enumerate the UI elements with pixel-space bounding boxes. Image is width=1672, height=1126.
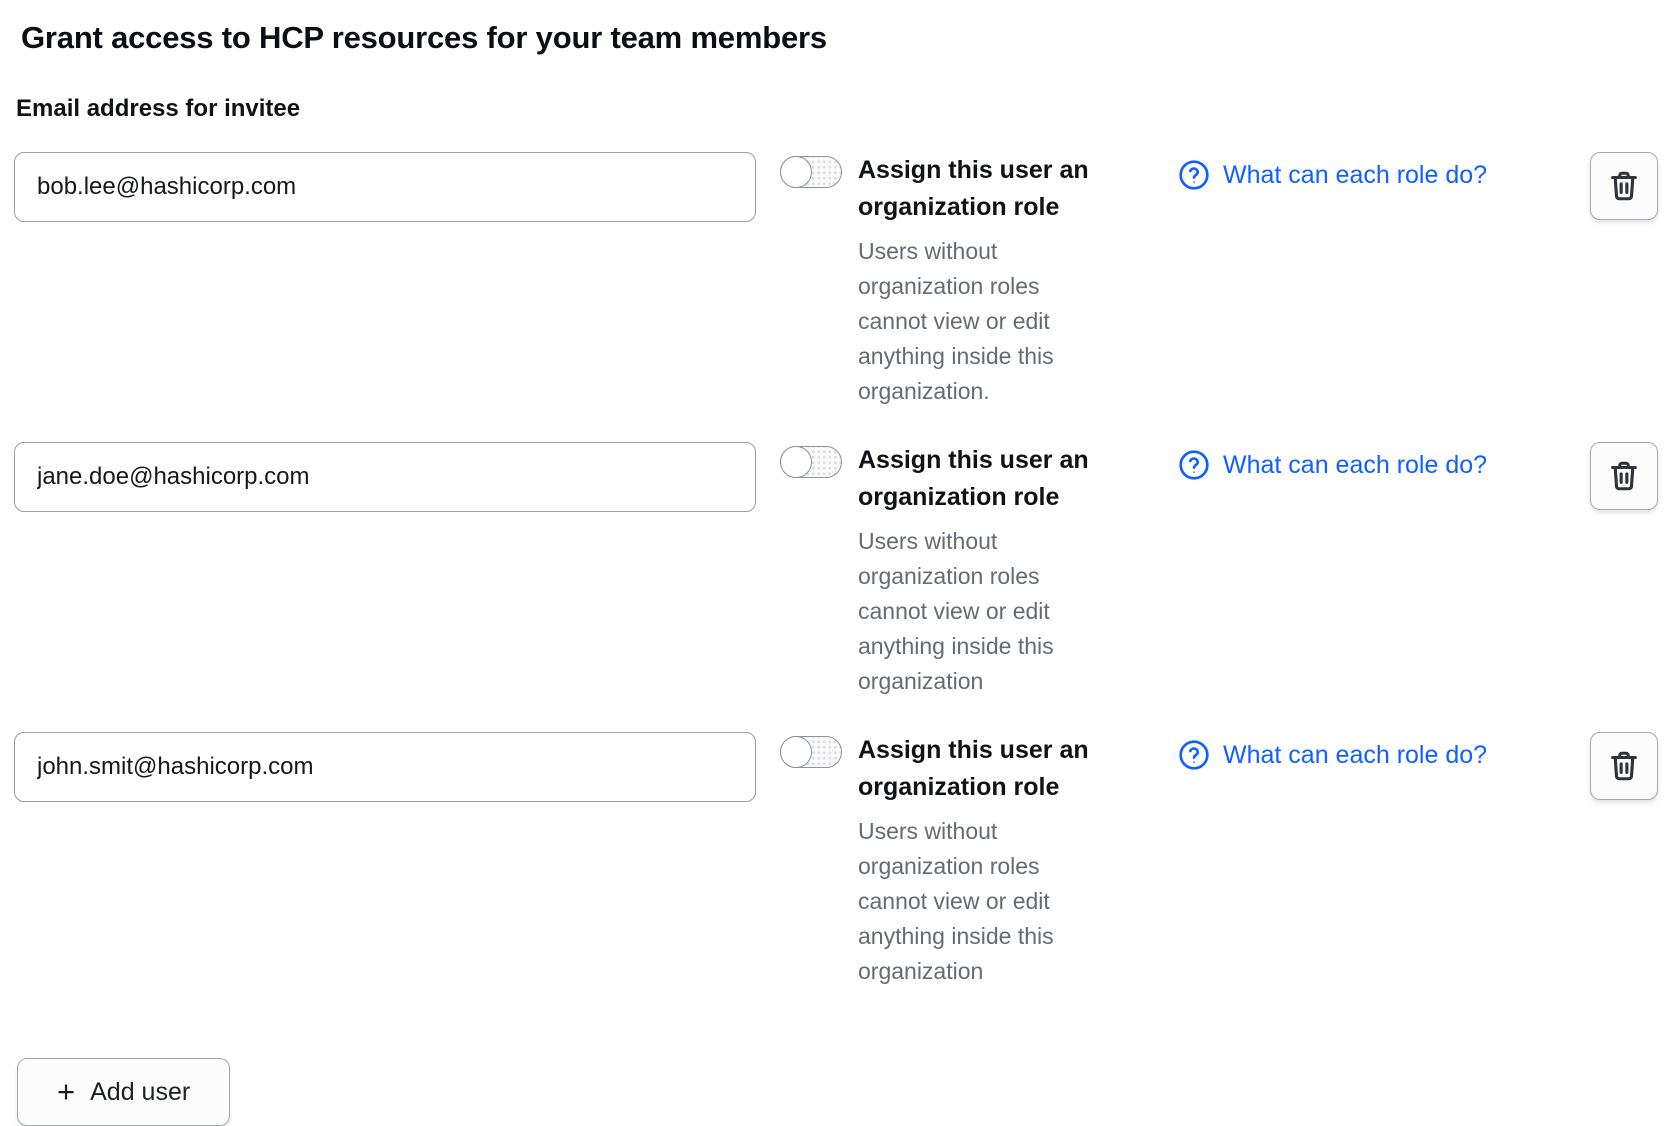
invite-rows: Assign this user an organization role Us… <box>14 152 1672 989</box>
trash-icon <box>1607 459 1641 493</box>
email-input[interactable] <box>14 152 756 222</box>
delete-row-button[interactable] <box>1590 442 1658 510</box>
role-description: Assign this user an organization role Us… <box>858 442 1123 699</box>
plus-icon: + <box>57 1076 75 1107</box>
role-help-link[interactable]: What can each role do? <box>1223 741 1487 770</box>
invite-row: Assign this user an organization role Us… <box>14 732 1672 989</box>
assign-role-label: Assign this user an organization role <box>858 732 1123 806</box>
org-role-toggle[interactable] <box>780 156 842 188</box>
invite-row: Assign this user an organization role Us… <box>14 152 1672 409</box>
toggle-knob <box>780 736 812 768</box>
role-helper-text: Users without organization roles cannot … <box>858 234 1098 409</box>
role-help-link-group[interactable]: What can each role do? <box>1178 739 1538 771</box>
question-mark-icon <box>1178 449 1210 481</box>
assign-role-label: Assign this user an organization role <box>858 152 1123 226</box>
question-mark-icon <box>1178 159 1210 191</box>
role-help-link-group[interactable]: What can each role do? <box>1178 159 1538 191</box>
org-role-toggle[interactable] <box>780 736 842 768</box>
delete-row-button[interactable] <box>1590 732 1658 800</box>
assign-role-label: Assign this user an organization role <box>858 442 1123 516</box>
role-help-link-group[interactable]: What can each role do? <box>1178 449 1538 481</box>
role-helper-text: Users without organization roles cannot … <box>858 814 1098 989</box>
role-description: Assign this user an organization role Us… <box>858 152 1123 409</box>
question-mark-icon <box>1178 739 1210 771</box>
email-input[interactable] <box>14 442 756 512</box>
page-title: Grant access to HCP resources for your t… <box>14 20 1672 56</box>
delete-row-button[interactable] <box>1590 152 1658 220</box>
email-input[interactable] <box>14 732 756 802</box>
role-description: Assign this user an organization role Us… <box>858 732 1123 989</box>
add-user-label: Add user <box>90 1078 190 1107</box>
toggle-knob <box>780 446 812 478</box>
add-user-button[interactable]: + Add user <box>17 1058 230 1126</box>
role-help-link[interactable]: What can each role do? <box>1223 451 1487 480</box>
role-helper-text: Users without organization roles cannot … <box>858 524 1098 699</box>
email-address-label: Email address for invitee <box>14 95 1672 123</box>
trash-icon <box>1607 749 1641 783</box>
invite-users-panel: Grant access to HCP resources for your t… <box>0 0 1672 1126</box>
invite-row: Assign this user an organization role Us… <box>14 442 1672 699</box>
toggle-knob <box>780 156 812 188</box>
org-role-toggle[interactable] <box>780 446 842 478</box>
role-help-link[interactable]: What can each role do? <box>1223 161 1487 190</box>
trash-icon <box>1607 169 1641 203</box>
